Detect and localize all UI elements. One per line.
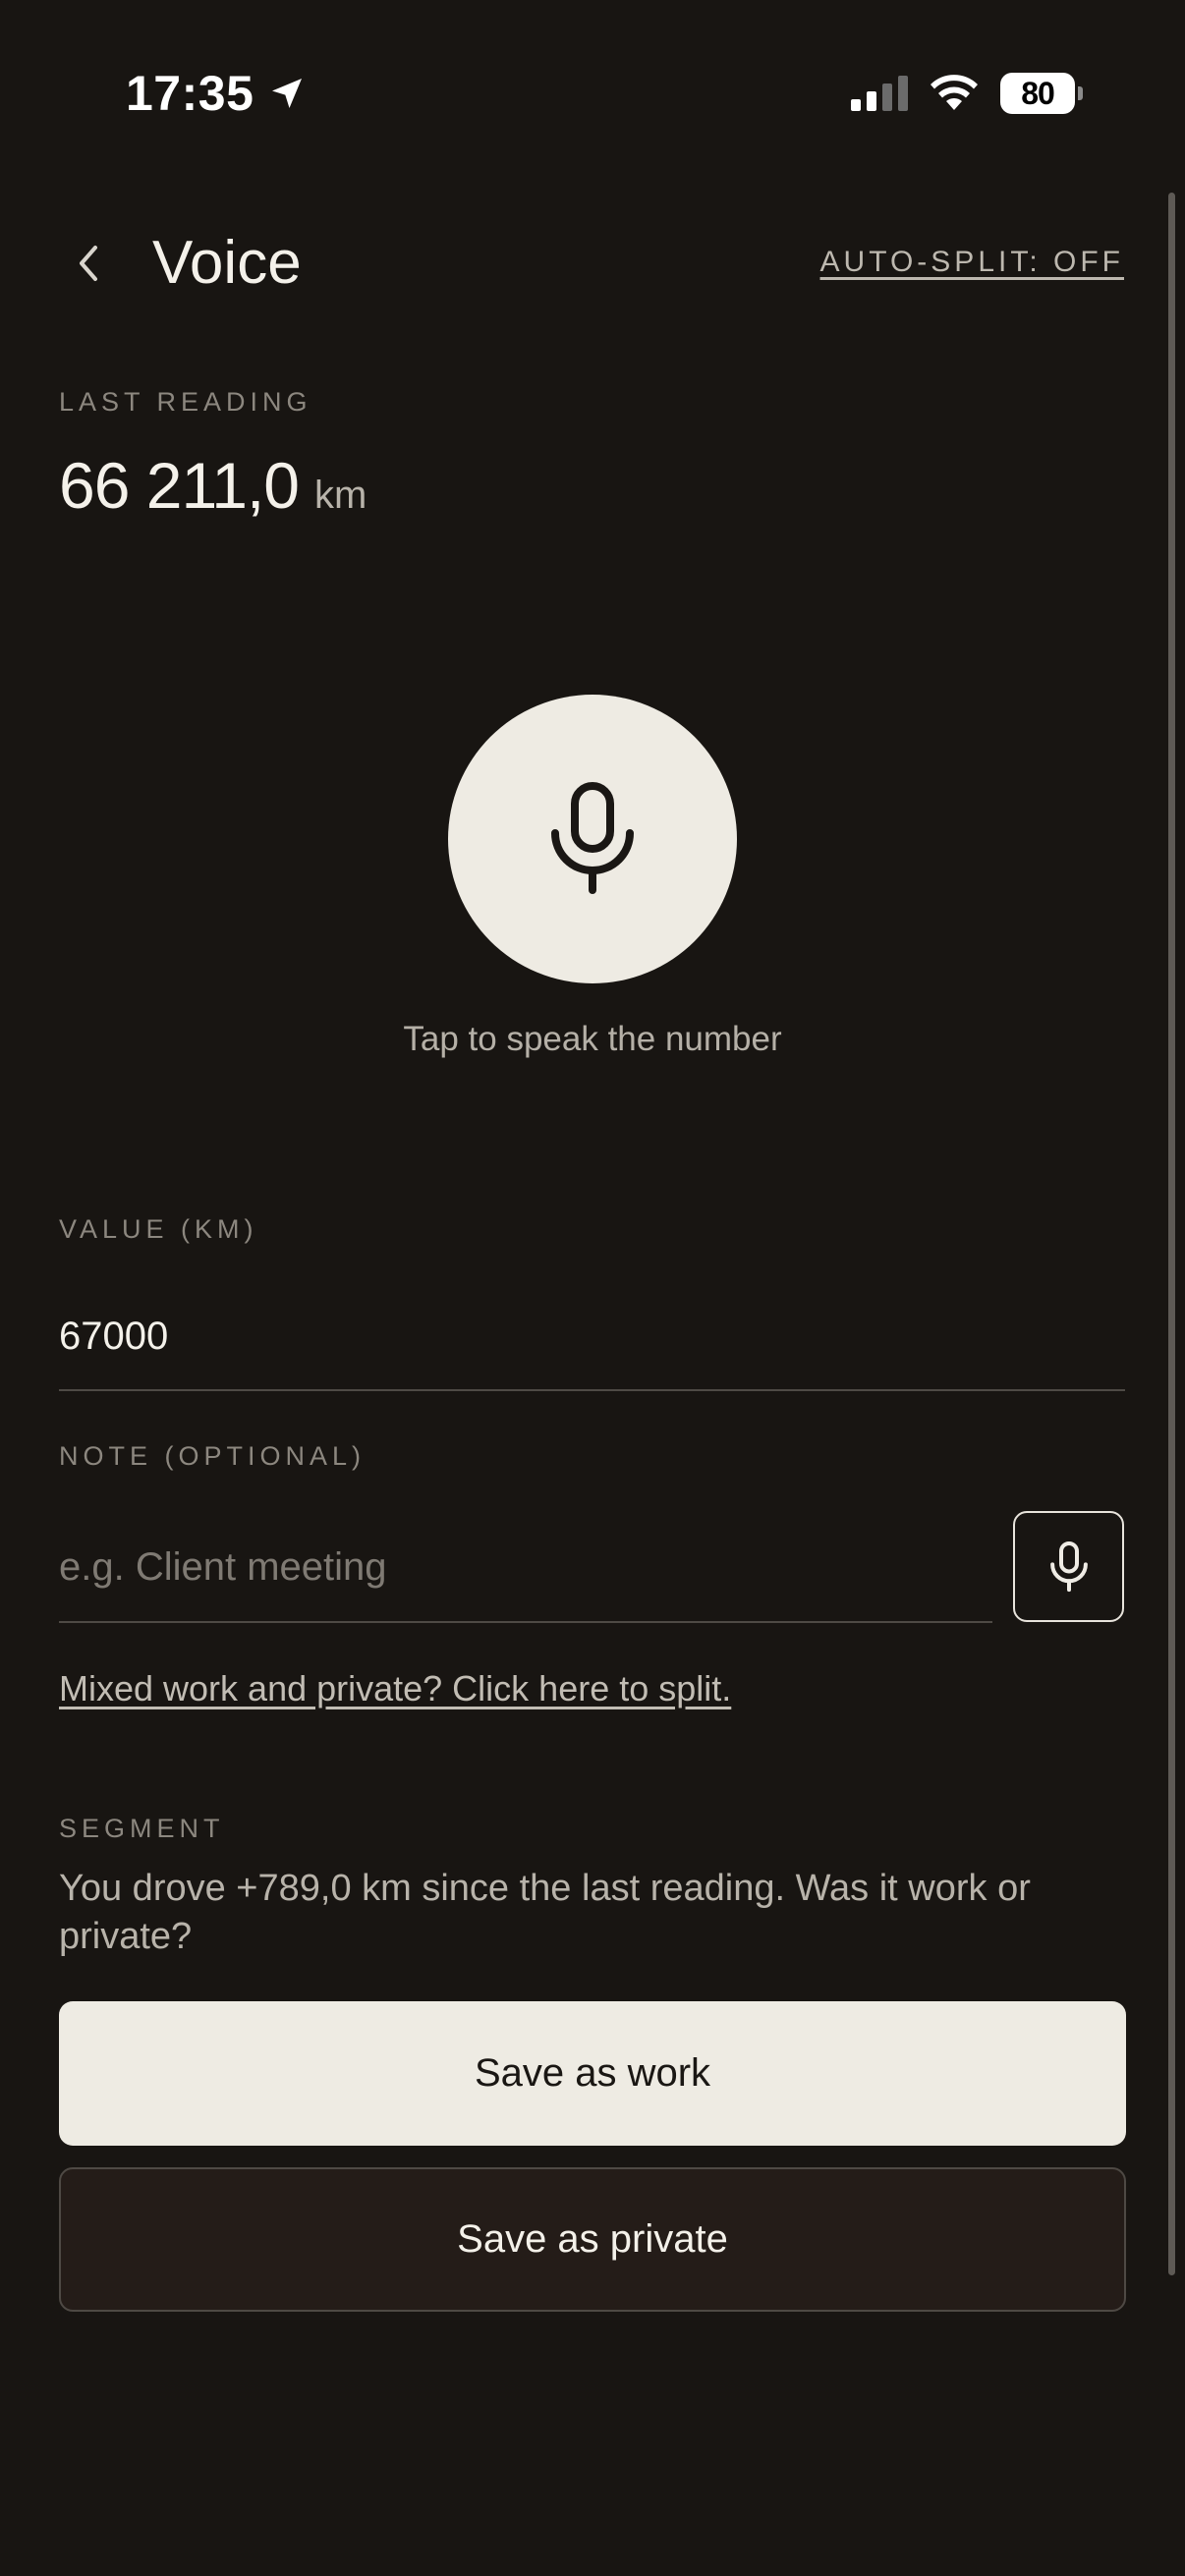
note-voice-button[interactable] bbox=[1013, 1511, 1124, 1622]
location-arrow-icon bbox=[272, 79, 303, 108]
value-input[interactable] bbox=[59, 1283, 1125, 1391]
voice-record-button[interactable] bbox=[448, 695, 737, 983]
note-label: NOTE (OPTIONAL) bbox=[59, 1441, 367, 1471]
page-title: Voice bbox=[152, 229, 302, 297]
status-time: 17:35 bbox=[126, 65, 307, 122]
battery-cap bbox=[1078, 86, 1083, 100]
battery-indicator: 80 bbox=[1000, 73, 1083, 114]
save-as-work-button[interactable]: Save as work bbox=[59, 2001, 1126, 2146]
save-as-private-button[interactable]: Save as private bbox=[59, 2167, 1126, 2312]
cellular-signal-icon bbox=[851, 76, 908, 111]
status-time-text: 17:35 bbox=[126, 66, 254, 121]
value-label: VALUE (KM) bbox=[59, 1214, 258, 1244]
back-button[interactable] bbox=[59, 232, 118, 295]
last-reading-label: LAST READING bbox=[59, 387, 312, 417]
segment-label: SEGMENT bbox=[59, 1814, 225, 1843]
scroll-indicator[interactable] bbox=[1168, 193, 1175, 2275]
wifi-icon bbox=[931, 75, 978, 110]
note-input[interactable] bbox=[59, 1513, 992, 1623]
battery-level: 80 bbox=[1000, 73, 1075, 114]
save-as-private-label: Save as private bbox=[457, 2217, 728, 2261]
voice-hint: Tap to speak the number bbox=[403, 1020, 782, 1058]
status-indicators: 80 bbox=[851, 73, 1083, 114]
microphone-icon bbox=[1049, 1540, 1088, 1592]
chevron-left-icon bbox=[80, 246, 97, 281]
save-as-work-label: Save as work bbox=[474, 2051, 711, 2095]
last-reading-value: 66 211,0 km bbox=[59, 448, 367, 523]
auto-split-toggle[interactable]: AUTO-SPLIT: OFF bbox=[820, 246, 1124, 279]
segment-text: You drove +789,0 km since the last readi… bbox=[59, 1868, 1031, 1957]
split-link[interactable]: Mixed work and private? Click here to sp… bbox=[59, 1668, 731, 1709]
last-reading-number: 66 211,0 bbox=[59, 449, 300, 522]
last-reading-unit: km bbox=[314, 474, 367, 517]
microphone-icon bbox=[551, 782, 634, 894]
